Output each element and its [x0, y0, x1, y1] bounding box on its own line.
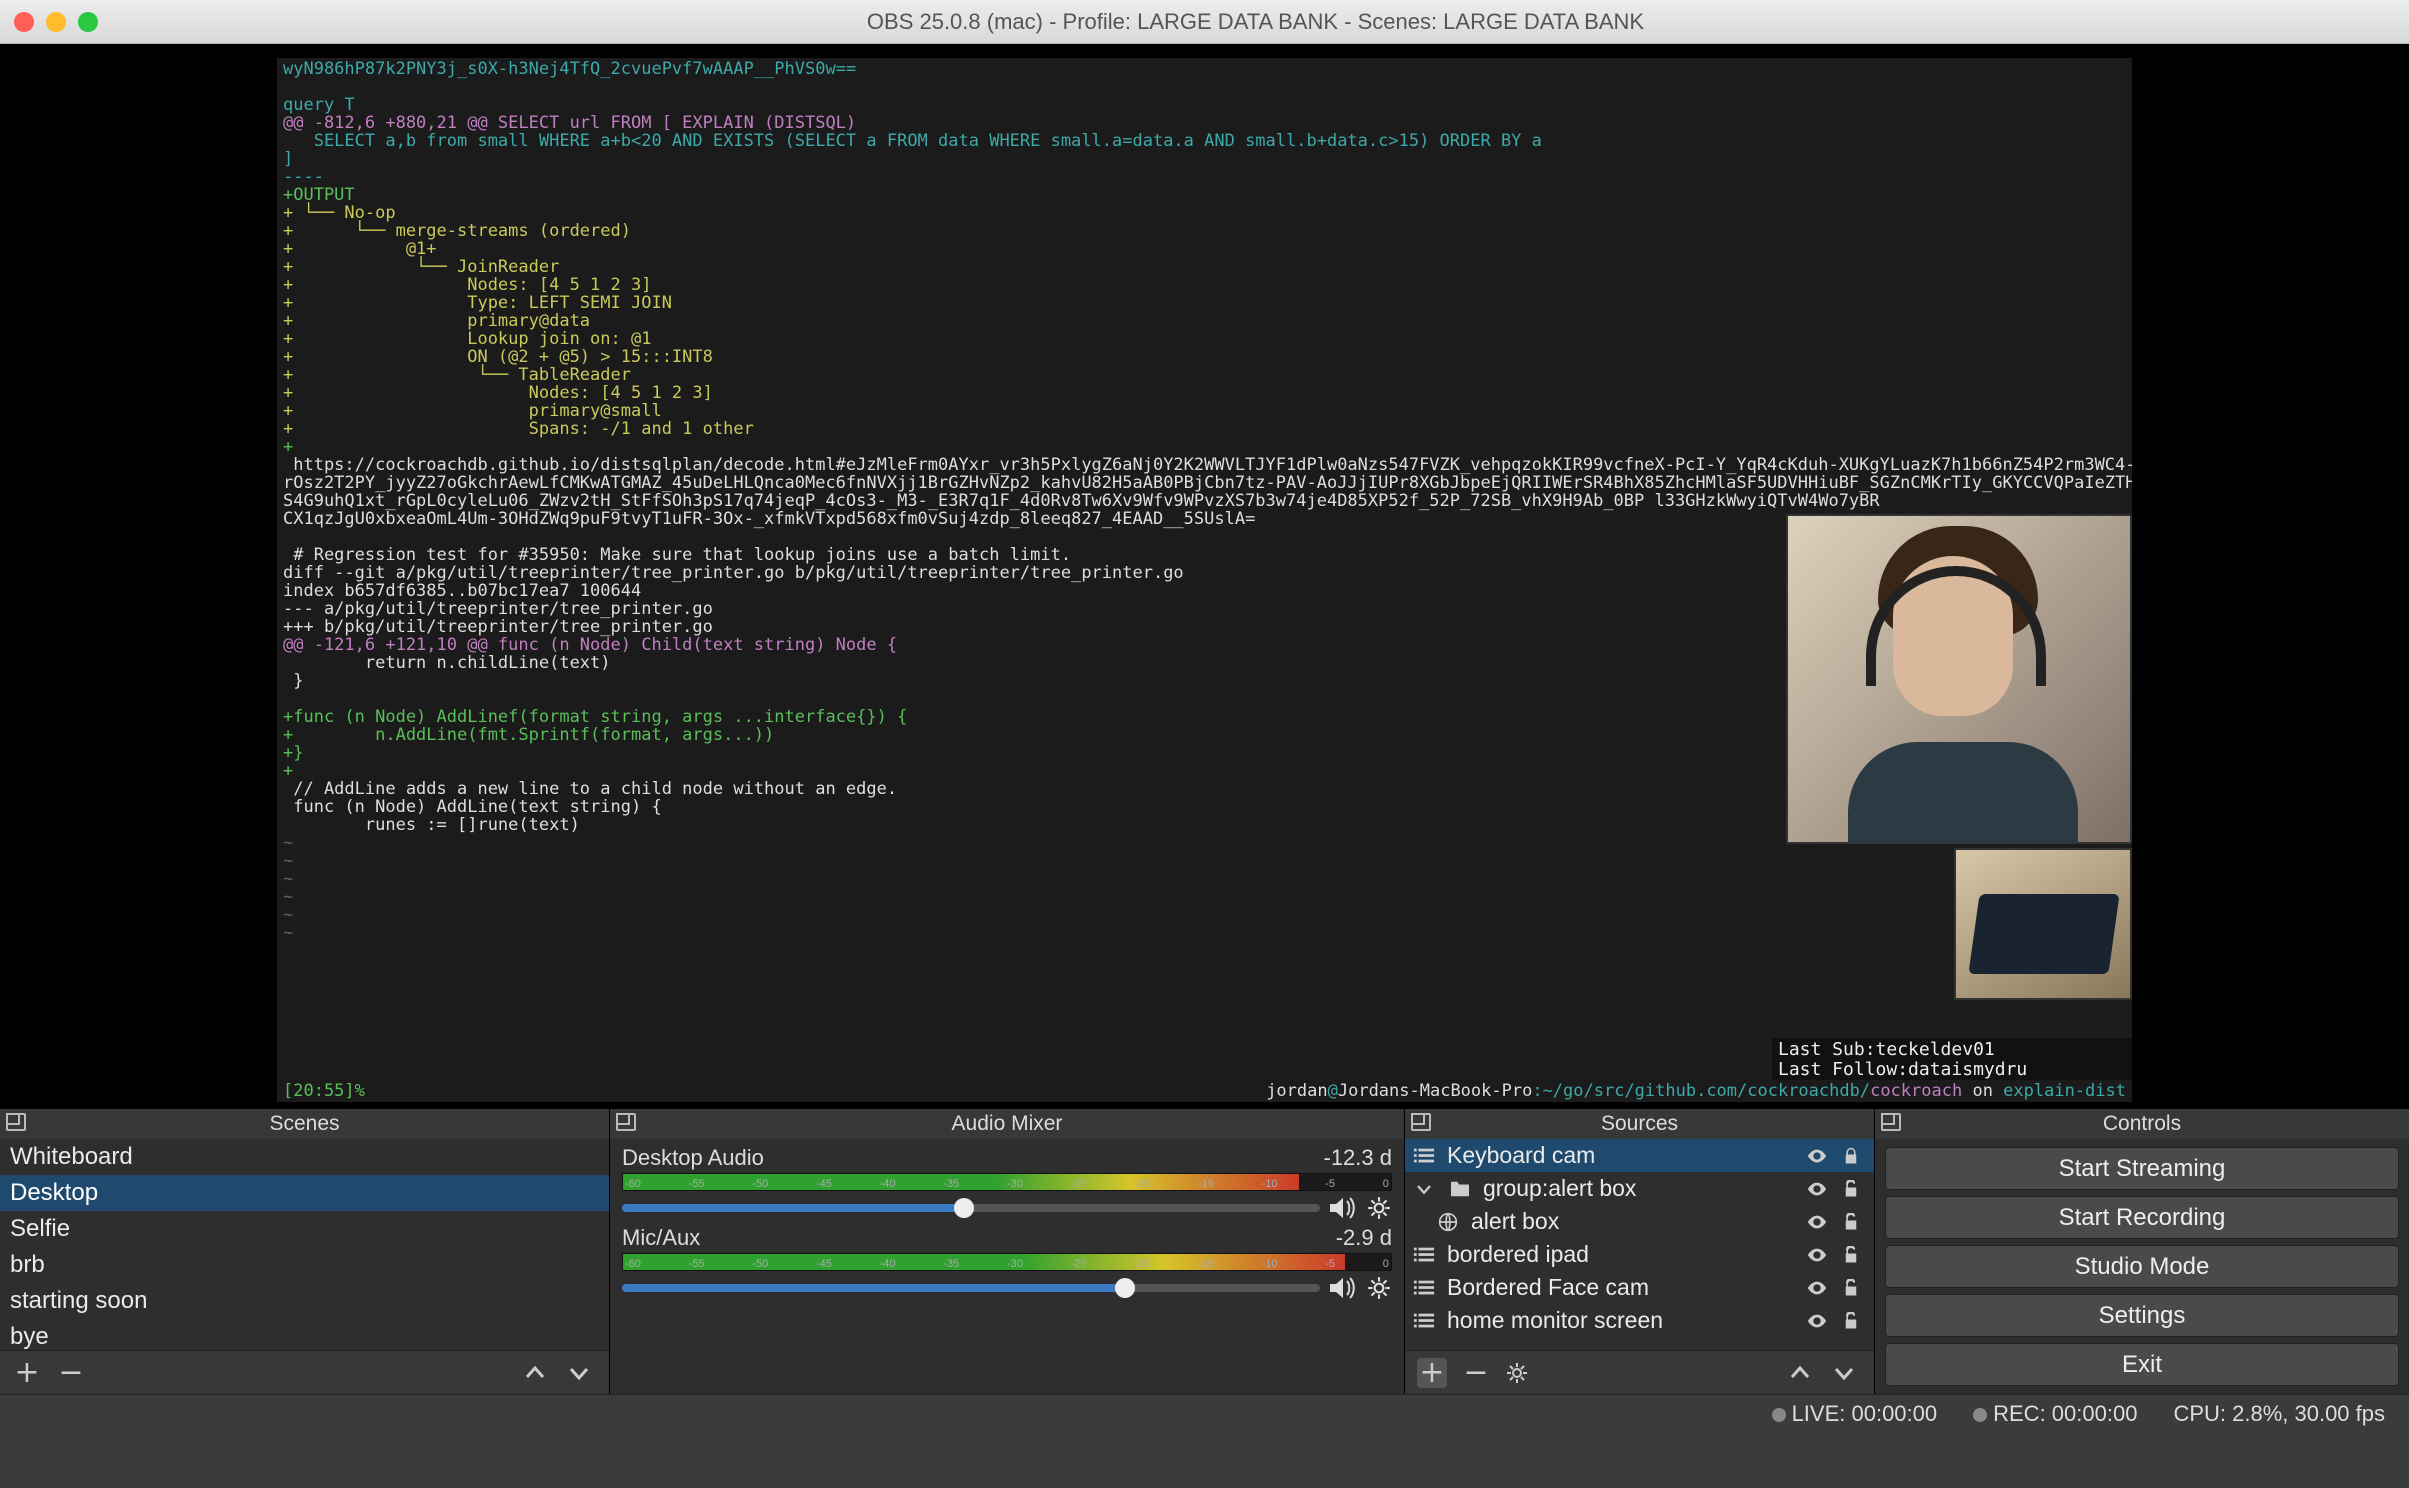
source-name: bordered ipad: [1447, 1241, 1796, 1268]
studio-mode-button[interactable]: Studio Mode: [1885, 1245, 2399, 1288]
scene-preview[interactable]: wyN986hP87k2PNY3j_s0X-h3Nej4TfQ_2cvuePvf…: [277, 58, 2132, 1102]
visibility-icon[interactable]: [1806, 1244, 1832, 1266]
source-properties-button[interactable]: [1505, 1361, 1535, 1385]
audio-settings-icon[interactable]: [1366, 1195, 1392, 1221]
remove-source-button[interactable]: −: [1461, 1358, 1491, 1388]
folder-icon: [1447, 1178, 1473, 1200]
scene-item[interactable]: Whiteboard: [0, 1139, 609, 1175]
overlay-last-follow: Last Follow:dataismydru: [1778, 1060, 2126, 1080]
audio-track-db: -12.3 d: [1324, 1145, 1393, 1171]
source-item[interactable]: alert box: [1405, 1205, 1874, 1238]
window-titlebar: OBS 25.0.8 (mac) - Profile: LARGE DATA B…: [0, 0, 2409, 44]
source-name: alert box: [1471, 1208, 1796, 1235]
mute-icon[interactable]: [1328, 1195, 1358, 1221]
source-name: Bordered Face cam: [1447, 1274, 1796, 1301]
sources-tools: + −: [1405, 1350, 1874, 1394]
audio-track-name: Desktop Audio: [622, 1145, 764, 1171]
lock-icon[interactable]: [1842, 1213, 1868, 1231]
settings-button[interactable]: Settings: [1885, 1294, 2399, 1337]
start-streaming-button[interactable]: Start Streaming: [1885, 1147, 2399, 1190]
move-scene-up-button[interactable]: [523, 1361, 553, 1385]
status-live: LIVE: 00:00:00: [1772, 1401, 1938, 1427]
start-recording-button[interactable]: Start Recording: [1885, 1196, 2399, 1239]
sources-panel-header: Sources: [1405, 1109, 1874, 1139]
close-window-button[interactable]: [14, 12, 34, 32]
add-scene-button[interactable]: +: [12, 1358, 42, 1388]
globe-icon: [1435, 1211, 1461, 1233]
sources-list[interactable]: Keyboard cam group:alert box alert box bord…: [1405, 1139, 1874, 1350]
source-name: Keyboard cam: [1447, 1142, 1796, 1169]
audio-meter: -60-55-50-45-40-35-30-25-20-15-10-50: [622, 1173, 1392, 1191]
scene-item[interactable]: Desktop: [0, 1175, 609, 1211]
webcam-face-source[interactable]: [1786, 514, 2132, 844]
lock-icon[interactable]: [1842, 1147, 1868, 1165]
exit-button[interactable]: Exit: [1885, 1343, 2399, 1386]
lines-icon: [1411, 1244, 1437, 1266]
lock-icon[interactable]: [1842, 1246, 1868, 1264]
remove-scene-button[interactable]: −: [56, 1358, 86, 1388]
source-item[interactable]: bordered ipad: [1405, 1238, 1874, 1271]
source-item[interactable]: Bordered Face cam: [1405, 1271, 1874, 1304]
chevron-down-icon[interactable]: [1411, 1178, 1437, 1200]
source-item[interactable]: home monitor screen: [1405, 1304, 1874, 1337]
lock-icon[interactable]: [1842, 1180, 1868, 1198]
lock-icon[interactable]: [1842, 1312, 1868, 1330]
overlay-last-sub: Last Sub:teckeldev01: [1778, 1040, 2126, 1060]
scenes-list[interactable]: WhiteboardDesktopSelfiebrbstarting soonb…: [0, 1139, 609, 1350]
scene-item[interactable]: bye: [0, 1319, 609, 1350]
audio-settings-icon[interactable]: [1366, 1275, 1392, 1301]
source-name: home monitor screen: [1447, 1307, 1796, 1334]
source-item[interactable]: group:alert box: [1405, 1172, 1874, 1205]
terminal-prompt: [20:55]%: [283, 1082, 365, 1100]
move-scene-down-button[interactable]: [567, 1361, 597, 1385]
audio-mixer: Desktop Audio -12.3 d -60-55-50-45-40-35-3…: [610, 1139, 1404, 1394]
window-title: OBS 25.0.8 (mac) - Profile: LARGE DATA B…: [116, 9, 2395, 35]
move-source-up-button[interactable]: [1788, 1361, 1818, 1385]
lines-icon: [1411, 1277, 1437, 1299]
terminal-path: jordan@Jordans-MacBook-Pro:~/go/src/gith…: [1266, 1082, 2126, 1100]
window-traffic-lights[interactable]: [14, 12, 98, 32]
minimize-window-button[interactable]: [46, 12, 66, 32]
dock-icon[interactable]: [1411, 1113, 1431, 1131]
source-item[interactable]: Keyboard cam: [1405, 1139, 1874, 1172]
audio-mixer-header: Audio Mixer: [610, 1109, 1404, 1139]
dock-icon[interactable]: [1881, 1113, 1901, 1131]
scenes-panel-header: Scenes: [0, 1109, 609, 1139]
status-cpu: CPU: 2.8%, 30.00 fps: [2173, 1401, 2385, 1427]
add-source-button[interactable]: +: [1417, 1358, 1447, 1388]
move-source-down-button[interactable]: [1832, 1361, 1862, 1385]
audio-track: Desktop Audio -12.3 d -60-55-50-45-40-35-3…: [622, 1145, 1392, 1221]
mute-icon[interactable]: [1328, 1275, 1358, 1301]
dock-icon[interactable]: [616, 1113, 636, 1131]
visibility-icon[interactable]: [1806, 1145, 1832, 1167]
zoom-window-button[interactable]: [78, 12, 98, 32]
preview-area: wyN986hP87k2PNY3j_s0X-h3Nej4TfQ_2cvuePvf…: [0, 44, 2409, 1108]
visibility-icon[interactable]: [1806, 1310, 1832, 1332]
dock-icon[interactable]: [6, 1113, 26, 1131]
lines-icon: [1411, 1310, 1437, 1332]
volume-slider[interactable]: [622, 1284, 1320, 1292]
source-name: group:alert box: [1483, 1175, 1796, 1202]
webcam-keyboard-source[interactable]: [1954, 848, 2132, 1000]
audio-meter: -60-55-50-45-40-35-30-25-20-15-10-50: [622, 1253, 1392, 1271]
status-bar: LIVE: 00:00:00 REC: 00:00:00 CPU: 2.8%, …: [0, 1394, 2409, 1432]
visibility-icon[interactable]: [1806, 1178, 1832, 1200]
terminal-statusline: [20:55]% jordan@Jordans-MacBook-Pro:~/go…: [277, 1080, 2132, 1102]
visibility-icon[interactable]: [1806, 1277, 1832, 1299]
volume-slider[interactable]: [622, 1204, 1320, 1212]
scene-item[interactable]: Selfie: [0, 1211, 609, 1247]
lines-icon: [1411, 1145, 1437, 1167]
status-rec: REC: 00:00:00: [1973, 1401, 2137, 1427]
lock-icon[interactable]: [1842, 1279, 1868, 1297]
audio-track-db: -2.9 d: [1336, 1225, 1392, 1251]
scene-item[interactable]: brb: [0, 1247, 609, 1283]
audio-track: Mic/Aux -2.9 d -60-55-50-45-40-35-30-25-20…: [622, 1225, 1392, 1301]
scenes-tools: + −: [0, 1350, 609, 1394]
controls-panel-header: Controls: [1875, 1109, 2409, 1139]
scene-item[interactable]: starting soon: [0, 1283, 609, 1319]
visibility-icon[interactable]: [1806, 1211, 1832, 1233]
audio-track-name: Mic/Aux: [622, 1225, 700, 1251]
